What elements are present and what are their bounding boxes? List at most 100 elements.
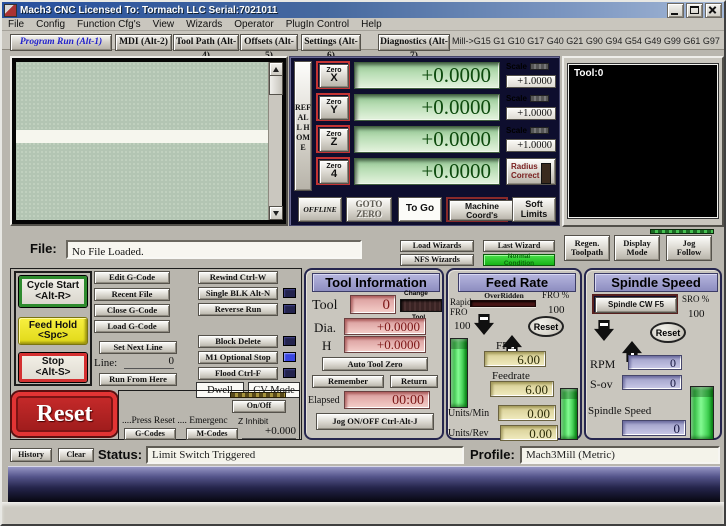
zero-y-button[interactable]: Zero Y xyxy=(316,93,350,121)
regen-toolpath-button[interactable]: Regen. Toolpath xyxy=(564,235,610,261)
zero-z-button[interactable]: Zero Z xyxy=(316,125,350,153)
spindle-cw-button[interactable]: Spindle CW F5 xyxy=(592,294,678,314)
remember-button[interactable]: Remember xyxy=(312,375,384,388)
toolpath-display[interactable]: Tool:0 xyxy=(568,64,718,218)
flood-button[interactable]: Flood Ctrl-F xyxy=(198,367,278,380)
feed-hold-button[interactable]: Feed Hold <Spc> xyxy=(18,317,88,345)
maximize-icon[interactable] xyxy=(686,2,703,18)
spindle-slider[interactable] xyxy=(690,386,714,440)
auto-tool-zero-button[interactable]: Auto Tool Zero xyxy=(322,357,428,371)
menu-operator[interactable]: Operator xyxy=(228,19,279,30)
menu-plugin-control[interactable]: PlugIn Control xyxy=(280,19,355,30)
set-next-line-button[interactable]: Set Next Line xyxy=(99,341,177,354)
gcode-listing[interactable] xyxy=(16,62,283,220)
elapsed-dro[interactable]: 00:00 xyxy=(344,391,430,409)
stop-button[interactable]: Stop <Alt-S> xyxy=(18,352,88,383)
scale-z-label: Scale xyxy=(506,126,549,135)
z-inhibit-value[interactable]: +0.000 xyxy=(242,425,296,439)
tool-number-dro[interactable]: 0 xyxy=(350,295,396,314)
menu-config[interactable]: Config xyxy=(30,19,71,30)
feed-decrease-arrow-icon[interactable] xyxy=(474,314,494,335)
scale-z-value[interactable]: +1.0000 xyxy=(506,139,556,152)
overridden-label: OverRidden xyxy=(484,291,524,300)
title-bar[interactable]: Mach3 CNC Licensed To: Tormach LLC Seria… xyxy=(2,2,724,18)
menu-wizards[interactable]: Wizards xyxy=(180,19,228,30)
menu-help[interactable]: Help xyxy=(355,19,388,30)
dro-4-axis[interactable]: +0.0000 xyxy=(354,158,500,185)
radius-correct-button[interactable]: Radius Correct xyxy=(506,158,556,185)
soft-limits-button[interactable]: Soft Limits xyxy=(512,197,556,222)
dia-dro[interactable]: +0.0000 xyxy=(344,318,426,335)
feedrate-dro[interactable]: 6.00 xyxy=(490,381,554,397)
menu-file[interactable]: File xyxy=(2,19,30,30)
block-delete-button[interactable]: Block Delete xyxy=(198,335,278,348)
sov-dro[interactable]: 0 xyxy=(622,375,682,390)
spindle-decrease-arrow-icon[interactable] xyxy=(594,320,614,341)
tab-settings[interactable]: Settings (Alt-6) xyxy=(301,34,361,61)
scale-y-value[interactable]: +1.0000 xyxy=(506,107,556,120)
clear-button[interactable]: Clear xyxy=(58,448,94,462)
gcode-scrollbar[interactable] xyxy=(268,62,283,220)
to-go-button[interactable]: To Go xyxy=(398,197,442,222)
rapid-label-line1: Rapid xyxy=(450,297,472,307)
run-from-here-button[interactable]: Run From Here xyxy=(99,373,177,386)
jog-on-off-button[interactable]: Jog ON/OFF Ctrl-Alt-J xyxy=(316,413,434,430)
nfs-wizards-button[interactable]: NFS Wizards xyxy=(400,254,474,266)
history-button[interactable]: History xyxy=(10,448,52,462)
load-gcode-button[interactable]: Load G-Code xyxy=(94,320,170,333)
on-off-button[interactable]: On/Off xyxy=(232,400,286,413)
reverse-run-led xyxy=(283,304,296,314)
tab-diagnostics[interactable]: Diagnostics (Alt-7) xyxy=(378,34,450,61)
load-wizards-button[interactable]: Load Wizards xyxy=(400,240,474,252)
line-number-field[interactable]: 0 xyxy=(124,355,174,369)
units-min-dro[interactable]: 0.00 xyxy=(498,405,556,421)
g-codes-button[interactable]: G-Codes xyxy=(124,428,176,440)
fro-dro[interactable]: 6.00 xyxy=(484,351,546,367)
h-dro[interactable]: +0.0000 xyxy=(344,336,426,353)
tab-mdi[interactable]: MDI (Alt-2) xyxy=(115,34,172,51)
close-icon[interactable] xyxy=(705,2,722,18)
m1-optional-stop-button[interactable]: M1 Optional Stop xyxy=(198,351,278,364)
recent-file-button[interactable]: Recent File xyxy=(94,288,170,301)
ref-all-home-button[interactable]: REF ALL HOME xyxy=(294,61,312,191)
zero-4-button[interactable]: Zero 4 xyxy=(316,157,350,185)
menu-function-cfgs[interactable]: Function Cfg's xyxy=(71,19,147,30)
jog-follow-button[interactable]: Jog Follow xyxy=(666,235,712,261)
goto-zero-button[interactable]: GOTO ZERO xyxy=(346,197,392,222)
tab-program-run[interactable]: Program Run (Alt-1) xyxy=(10,34,112,51)
minimize-icon[interactable] xyxy=(667,2,684,18)
scroll-up-icon[interactable] xyxy=(269,62,283,76)
reset-button[interactable]: Reset xyxy=(12,392,117,436)
fro-slider[interactable] xyxy=(450,338,468,408)
spindle-speed-dro[interactable]: 0 xyxy=(622,420,686,436)
dro-y-axis[interactable]: +0.0000 xyxy=(354,94,500,121)
elapsed-label: Elapsed xyxy=(308,395,340,406)
fro-reset-button[interactable]: Reset xyxy=(528,316,564,337)
scale-x-led xyxy=(529,63,549,70)
rpm-dro[interactable]: 0 xyxy=(628,355,682,370)
menu-view[interactable]: View xyxy=(147,19,181,30)
close-gcode-button[interactable]: Close G-Code xyxy=(94,304,170,317)
dro-z-axis[interactable]: +0.0000 xyxy=(354,126,500,153)
edit-gcode-button[interactable]: Edit G-Code xyxy=(94,271,170,284)
reverse-run-button[interactable]: Reverse Run xyxy=(198,303,278,316)
return-button[interactable]: Return xyxy=(390,375,438,388)
last-wizard-button[interactable]: Last Wizard xyxy=(483,240,555,252)
scale-x-value[interactable]: +1.0000 xyxy=(506,75,556,88)
cycle-start-button[interactable]: Cycle Start <Alt-R> xyxy=(18,275,88,308)
tab-tool-path[interactable]: Tool Path (Alt-4) xyxy=(173,34,239,61)
units-rev-dro[interactable]: 0.00 xyxy=(500,425,558,441)
zero-x-button[interactable]: Zero X xyxy=(316,61,350,89)
sro-reset-button[interactable]: Reset xyxy=(650,322,686,343)
feedrate-slider[interactable] xyxy=(560,388,578,440)
single-blk-button[interactable]: Single BLK Alt-N xyxy=(198,287,278,300)
tab-offsets[interactable]: Offsets (Alt-5) xyxy=(240,34,298,61)
offline-button[interactable]: OFFLINE xyxy=(298,197,342,222)
m-codes-button[interactable]: M-Codes xyxy=(186,428,238,440)
display-mode-button[interactable]: Display Mode xyxy=(614,235,660,261)
scroll-down-icon[interactable] xyxy=(269,206,283,220)
scrollbar-thumb[interactable] xyxy=(269,75,283,95)
machine-coords-button[interactable]: Machine Coord's xyxy=(446,197,515,222)
dro-x-axis[interactable]: +0.0000 xyxy=(354,62,500,89)
rewind-button[interactable]: Rewind Ctrl-W xyxy=(198,271,278,284)
